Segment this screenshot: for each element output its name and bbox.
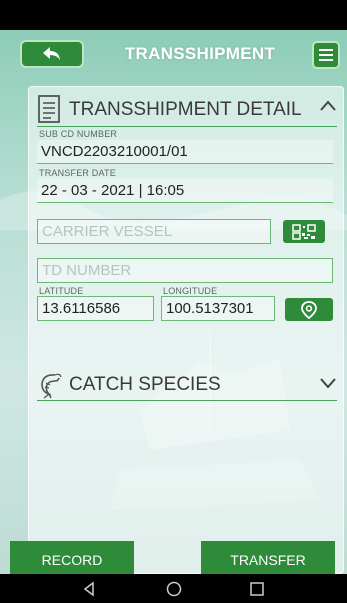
longitude-label: LONGITUDE <box>163 286 218 296</box>
latitude-field[interactable]: 13.6116586 <box>37 296 154 321</box>
menu-button[interactable] <box>312 41 340 69</box>
longitude-field[interactable]: 100.5137301 <box>161 296 275 321</box>
page-title: TRANSSHIPMENT <box>124 44 276 63</box>
app-screen: TRANSSHIPMENT TRANSSHIPMENT DETAIL SUB C… <box>0 30 347 574</box>
td-number-input[interactable]: TD NUMBER <box>37 258 333 283</box>
transfer-date-label: TRANSFER DATE <box>39 168 116 178</box>
transfer-date-field[interactable]: 22 - 03 - 2021 | 16:05 <box>37 179 333 203</box>
hamburger-menu-icon <box>319 49 333 51</box>
chevron-up-icon[interactable] <box>319 97 337 115</box>
nav-recents-icon <box>249 581 264 596</box>
system-nav-bar <box>0 574 347 603</box>
get-location-button[interactable] <box>285 298 333 321</box>
scan-qr-button[interactable] <box>283 220 325 243</box>
nav-home-icon <box>166 581 181 596</box>
transshipment-form-card: TRANSSHIPMENT DETAIL SUB CD NUMBER VNCD2… <box>10 86 344 574</box>
transfer-button[interactable]: TRANSFER <box>201 541 335 574</box>
qr-code-icon <box>292 223 316 240</box>
status-bar <box>0 0 347 30</box>
system-nav-icons <box>83 581 264 596</box>
carrier-vessel-input[interactable]: CARRIER VESSEL <box>37 219 271 244</box>
back-button[interactable] <box>20 40 84 68</box>
location-pin-icon <box>301 300 317 319</box>
latitude-label: LATITUDE <box>39 286 84 296</box>
chevron-down-icon[interactable] <box>319 374 337 392</box>
catch-species-title: CATCH SPECIES <box>69 374 221 395</box>
back-arrow-icon <box>43 47 60 60</box>
catch-species-section-header[interactable]: CATCH SPECIES <box>37 367 337 401</box>
details-section-title: TRANSSHIPMENT DETAIL <box>69 99 302 120</box>
app-header: TRANSSHIPMENT <box>0 30 347 86</box>
sub-cd-field[interactable]: VNCD2203210001/01 <box>37 140 333 164</box>
nav-back-icon <box>83 581 94 596</box>
shrimp-icon <box>41 373 62 399</box>
record-button[interactable]: RECORD <box>10 541 134 574</box>
document-icon <box>38 95 60 123</box>
details-section-header[interactable]: TRANSSHIPMENT DETAIL <box>37 91 337 127</box>
sub-cd-label: SUB CD NUMBER <box>39 129 118 139</box>
